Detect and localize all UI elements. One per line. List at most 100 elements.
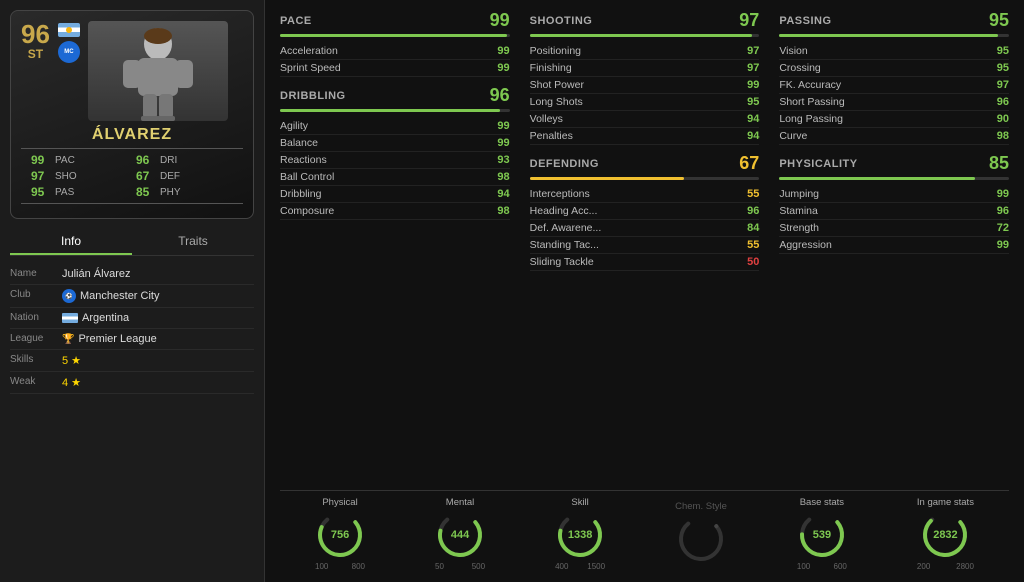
gauge-range: 100 800 [315, 562, 365, 571]
weak-label: Weak [10, 376, 62, 387]
tab-info[interactable]: Info [10, 229, 132, 255]
card-stat-value: 67 [136, 169, 156, 183]
gauge-circle [676, 514, 726, 564]
league-name: Premier League [78, 333, 156, 345]
stat-value: 97 [989, 79, 1009, 91]
shooting-category: SHOOTING [530, 15, 593, 27]
passing-bar [779, 34, 1009, 37]
stat-value: 95 [989, 45, 1009, 57]
gauge-value: 444 [451, 529, 469, 541]
stat-value: 84 [739, 222, 759, 234]
club-label: Club [10, 289, 62, 300]
card-rating-pos: 96 ST [21, 21, 50, 61]
dribbling-bar-fill [280, 109, 500, 112]
physicality-overall: 85 [989, 153, 1009, 174]
weak-value: 4 ★ [62, 376, 81, 389]
stat-value: 97 [739, 45, 759, 57]
physicality-header: PHYSICALITY 85 [779, 153, 1009, 174]
passing-stats: Vision95Crossing95FK. Accuracy97Short Pa… [779, 43, 1009, 145]
stat-value: 94 [739, 113, 759, 125]
nation-label: Nation [10, 312, 62, 323]
stat-value: 98 [989, 130, 1009, 142]
defending-overall: 67 [739, 153, 759, 174]
gauge-max: 800 [352, 562, 365, 571]
stat-value: 99 [989, 239, 1009, 251]
card-stat-value: 99 [31, 153, 51, 167]
stats-columns: PACE 99 Acceleration99 Sprint Speed 99 DRI… [280, 10, 1009, 482]
stat-value: 93 [490, 154, 510, 166]
stat-row: Reactions93 [280, 152, 510, 169]
stat-name: Agility [280, 120, 308, 132]
club-name: Manchester City [80, 290, 159, 302]
gauge-circle: 756 [315, 510, 365, 560]
stat-name: Long Shots [530, 96, 583, 108]
stat-row: Sprint Speed 99 [280, 60, 510, 77]
stat-name: Def. Awarene... [530, 222, 602, 234]
stat-value: 95 [739, 96, 759, 108]
defending-bar [530, 177, 760, 180]
player-card: 96 ST MC [10, 10, 254, 219]
gauge-svg [669, 507, 733, 571]
stat-row: Curve 98 [779, 128, 1009, 145]
stat-row: Strength72 [779, 220, 1009, 237]
pace-category: PACE [280, 15, 312, 27]
stat-name: Sprint Speed [280, 62, 341, 74]
league-icon: 🏆 [62, 334, 74, 345]
skills-label: Skills [10, 354, 62, 365]
stat-name: Interceptions [530, 188, 590, 200]
card-stat-value: 97 [31, 169, 51, 183]
info-rows: Name Julián Álvarez Club ⚽ Manchester Ci… [10, 264, 254, 394]
stat-row: FK. Accuracy97 [779, 77, 1009, 94]
player-silhouette-icon [98, 26, 218, 121]
pace-bar [280, 34, 510, 37]
gauge-label: In game stats [917, 497, 974, 508]
tab-traits[interactable]: Traits [132, 229, 254, 255]
gauge-max: 2800 [956, 562, 974, 571]
card-stat-value: 85 [136, 185, 156, 199]
stat-row: Acceleration99 [280, 43, 510, 60]
stat-row: Interceptions55 [530, 186, 760, 203]
gauge-item-base-stats: Base stats 539 100 600 [797, 497, 847, 571]
info-row-club: Club ⚽ Manchester City [10, 285, 254, 308]
stat-name: Stamina [779, 205, 818, 217]
stat-value: 90 [989, 113, 1009, 125]
dribbling-overall: 96 [490, 85, 510, 106]
stat-name: Curve [779, 130, 807, 142]
stat-row: Balance99 [280, 135, 510, 152]
card-stat-pas: 95 PAS [31, 185, 128, 199]
passing-header: PASSING 95 [779, 10, 1009, 31]
pace-header: PACE 99 [280, 10, 510, 31]
stat-row: Vision95 [779, 43, 1009, 60]
info-row-skills: Skills 5 ★ [10, 350, 254, 372]
card-stat-pac: 99PAC [31, 153, 128, 167]
passing-overall: 95 [989, 10, 1009, 31]
stat-value: 98 [490, 171, 510, 183]
card-stat-def: 67 DEF [136, 169, 233, 183]
stat-row: Positioning97 [530, 43, 760, 60]
stat-name: Crossing [779, 62, 820, 74]
gauge-circle: 2832 [920, 510, 970, 560]
passing-bar-fill [779, 34, 997, 37]
stat-row: Crossing95 [779, 60, 1009, 77]
stat-row: Penalties94 [530, 128, 760, 145]
card-stat-label: PAS [55, 187, 74, 198]
stat-value: 98 [490, 205, 510, 217]
card-stat-phy: 85PHY [136, 185, 233, 199]
main-container: 96 ST MC [0, 0, 1024, 582]
card-stat-sho: 97SHO [31, 169, 128, 183]
gauge-item-chem.-style: Chem. Style [675, 501, 727, 566]
stat-value: 99 [490, 62, 510, 74]
passing-category: PASSING [779, 15, 831, 27]
physicality-stats: Jumping99Stamina96Strength72Aggression99 [779, 186, 1009, 254]
pace-bar-fill [280, 34, 507, 37]
stat-name: Dribbling [280, 188, 321, 200]
pace-overall: 99 [490, 10, 510, 31]
defending-category: DEFENDING [530, 158, 599, 170]
stat-row: Def. Awarene... 84 [530, 220, 760, 237]
name-label: Name [10, 268, 62, 279]
card-stat-label: DEF [160, 171, 180, 182]
stat-name: Volleys [530, 113, 563, 125]
dribbling-header: DRIBBLING 96 [280, 85, 510, 106]
stat-row: Short Passing96 [779, 94, 1009, 111]
card-stat-value: 95 [31, 185, 51, 199]
